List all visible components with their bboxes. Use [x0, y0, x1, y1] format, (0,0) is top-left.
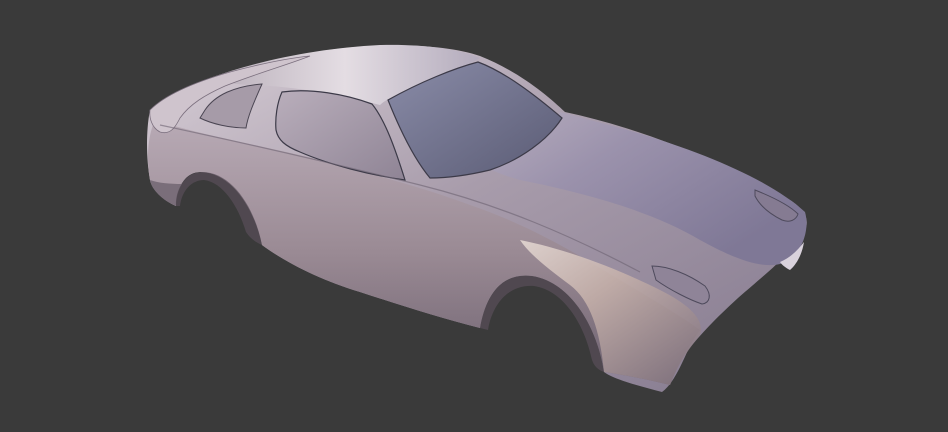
- 3d-viewport[interactable]: [0, 0, 948, 432]
- car-body-model: [147, 44, 807, 393]
